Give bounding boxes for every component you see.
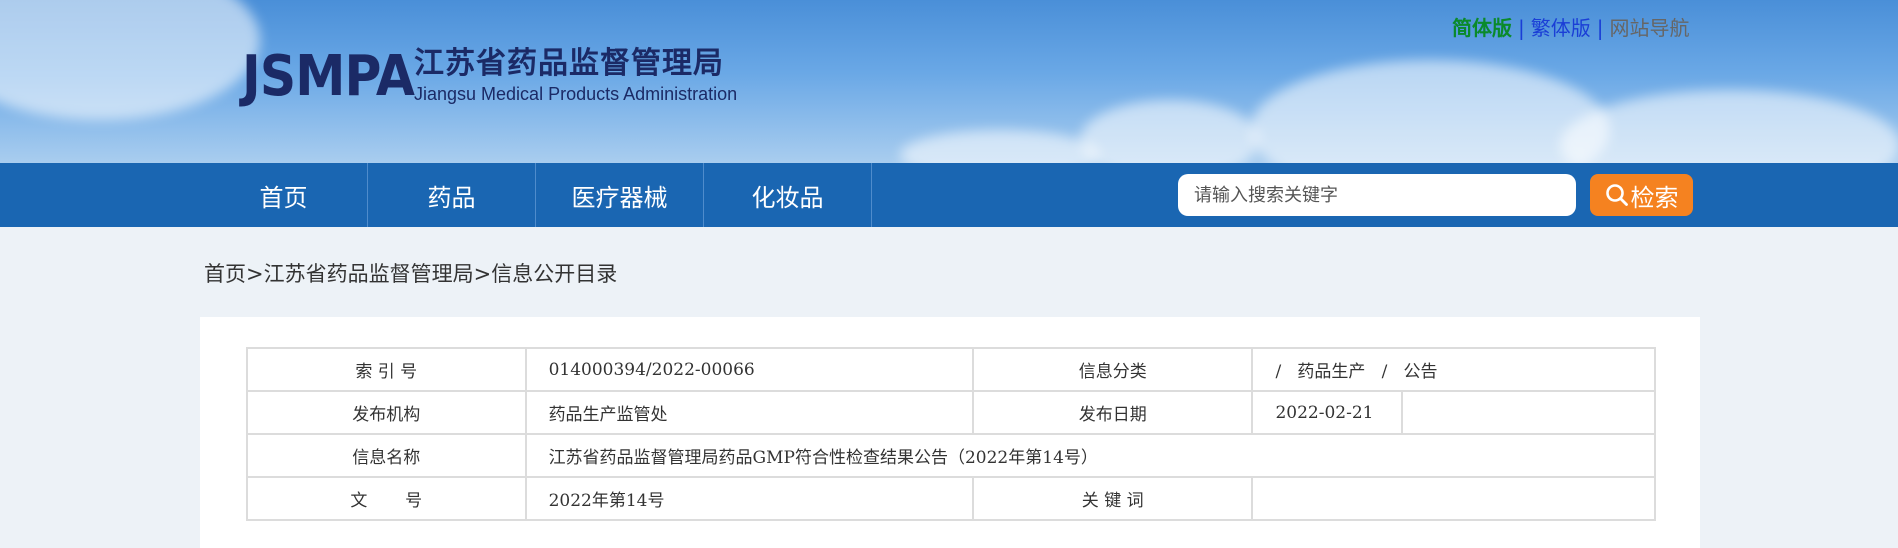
cloud-decoration bbox=[1250, 60, 1610, 163]
nav-items: 首页 药品 医疗器械 化妆品 bbox=[200, 163, 872, 227]
content-panel: 索 引 号 014000394/2022-00066 信息分类 / 药品生产 /… bbox=[200, 317, 1700, 548]
logo-mark: JSMPA bbox=[242, 44, 415, 109]
breadcrumb-agency[interactable]: 江苏省药品监督管理局 bbox=[264, 262, 474, 286]
cloud-decoration bbox=[900, 130, 1100, 163]
index-value: 014000394/2022-00066 bbox=[524, 347, 974, 392]
table-row: 发布机构 药品生产监管处 发布日期 2022-02-21 bbox=[246, 390, 1656, 435]
breadcrumb-separator: > bbox=[246, 262, 264, 286]
info-table: 索 引 号 014000394/2022-00066 信息分类 / 药品生产 /… bbox=[246, 347, 1657, 521]
search-input[interactable] bbox=[1178, 174, 1576, 216]
doc-number-label: 文 号 bbox=[246, 476, 527, 521]
logo-text: 江苏省药品监督管理局 Jiangsu Medical Products Admi… bbox=[414, 46, 737, 106]
breadcrumb-catalog[interactable]: 信息公开目录 bbox=[491, 262, 617, 286]
name-label: 信息名称 bbox=[246, 433, 527, 478]
logo-chinese-name: 江苏省药品监督管理局 bbox=[414, 46, 724, 81]
doc-number-value: 2022年第14号 bbox=[524, 476, 974, 521]
link-separator: | bbox=[1518, 16, 1525, 40]
header-banner: JSMPA 江苏省药品监督管理局 Jiangsu Medical Product… bbox=[0, 0, 1898, 163]
breadcrumb: 首页>江苏省药品监督管理局>信息公开目录 bbox=[204, 258, 617, 288]
search-button-label: 检索 bbox=[1630, 183, 1679, 212]
date-label: 发布日期 bbox=[971, 390, 1254, 435]
table-row: 文 号 2022年第14号 关 键 词 bbox=[246, 476, 1656, 521]
search-icon bbox=[1605, 184, 1628, 206]
name-value: 江苏省药品监督管理局药品GMP符合性检查结果公告（2022年第14号） bbox=[524, 433, 1657, 478]
org-label: 发布机构 bbox=[246, 390, 527, 435]
link-traditional[interactable]: 繁体版 bbox=[1531, 16, 1591, 40]
link-site-nav[interactable]: 网站导航 bbox=[1610, 16, 1690, 40]
link-separator: | bbox=[1596, 16, 1604, 40]
cloud-decoration bbox=[1560, 90, 1898, 163]
main-nav: 首页 药品 医疗器械 化妆品 检索 bbox=[0, 163, 1898, 227]
category-value: / 药品生产 / 公告 bbox=[1251, 347, 1656, 392]
nav-item-cosmetics[interactable]: 化妆品 bbox=[704, 163, 872, 227]
cloud-decoration bbox=[1080, 100, 1260, 163]
nav-item-home[interactable]: 首页 bbox=[200, 163, 368, 227]
search-button[interactable]: 检索 bbox=[1590, 174, 1693, 216]
breadcrumb-separator: > bbox=[473, 262, 492, 286]
top-links: 简体版 | 繁体版 | 网站导航 bbox=[1452, 12, 1690, 41]
cloud-decoration bbox=[0, 0, 260, 120]
keyword-label: 关 键 词 bbox=[971, 476, 1254, 521]
org-value: 药品生产监管处 bbox=[524, 390, 974, 435]
table-row: 信息名称 江苏省药品监督管理局药品GMP符合性检查结果公告（2022年第14号） bbox=[246, 433, 1657, 478]
site-logo[interactable]: JSMPA 江苏省药品监督管理局 Jiangsu Medical Product… bbox=[242, 44, 737, 109]
nav-item-drugs[interactable]: 药品 bbox=[368, 163, 536, 227]
logo-english-name: Jiangsu Medical Products Administration bbox=[414, 84, 738, 104]
empty-cell bbox=[1401, 390, 1656, 435]
table-row: 索 引 号 014000394/2022-00066 信息分类 / 药品生产 /… bbox=[246, 347, 1656, 392]
breadcrumb-home[interactable]: 首页 bbox=[204, 262, 246, 286]
date-value: 2022-02-21 bbox=[1251, 390, 1404, 435]
keyword-value bbox=[1251, 476, 1656, 521]
index-label: 索 引 号 bbox=[246, 347, 527, 392]
category-label: 信息分类 bbox=[971, 347, 1254, 392]
link-simplified[interactable]: 简体版 bbox=[1452, 16, 1512, 40]
nav-item-devices[interactable]: 医疗器械 bbox=[536, 163, 704, 227]
